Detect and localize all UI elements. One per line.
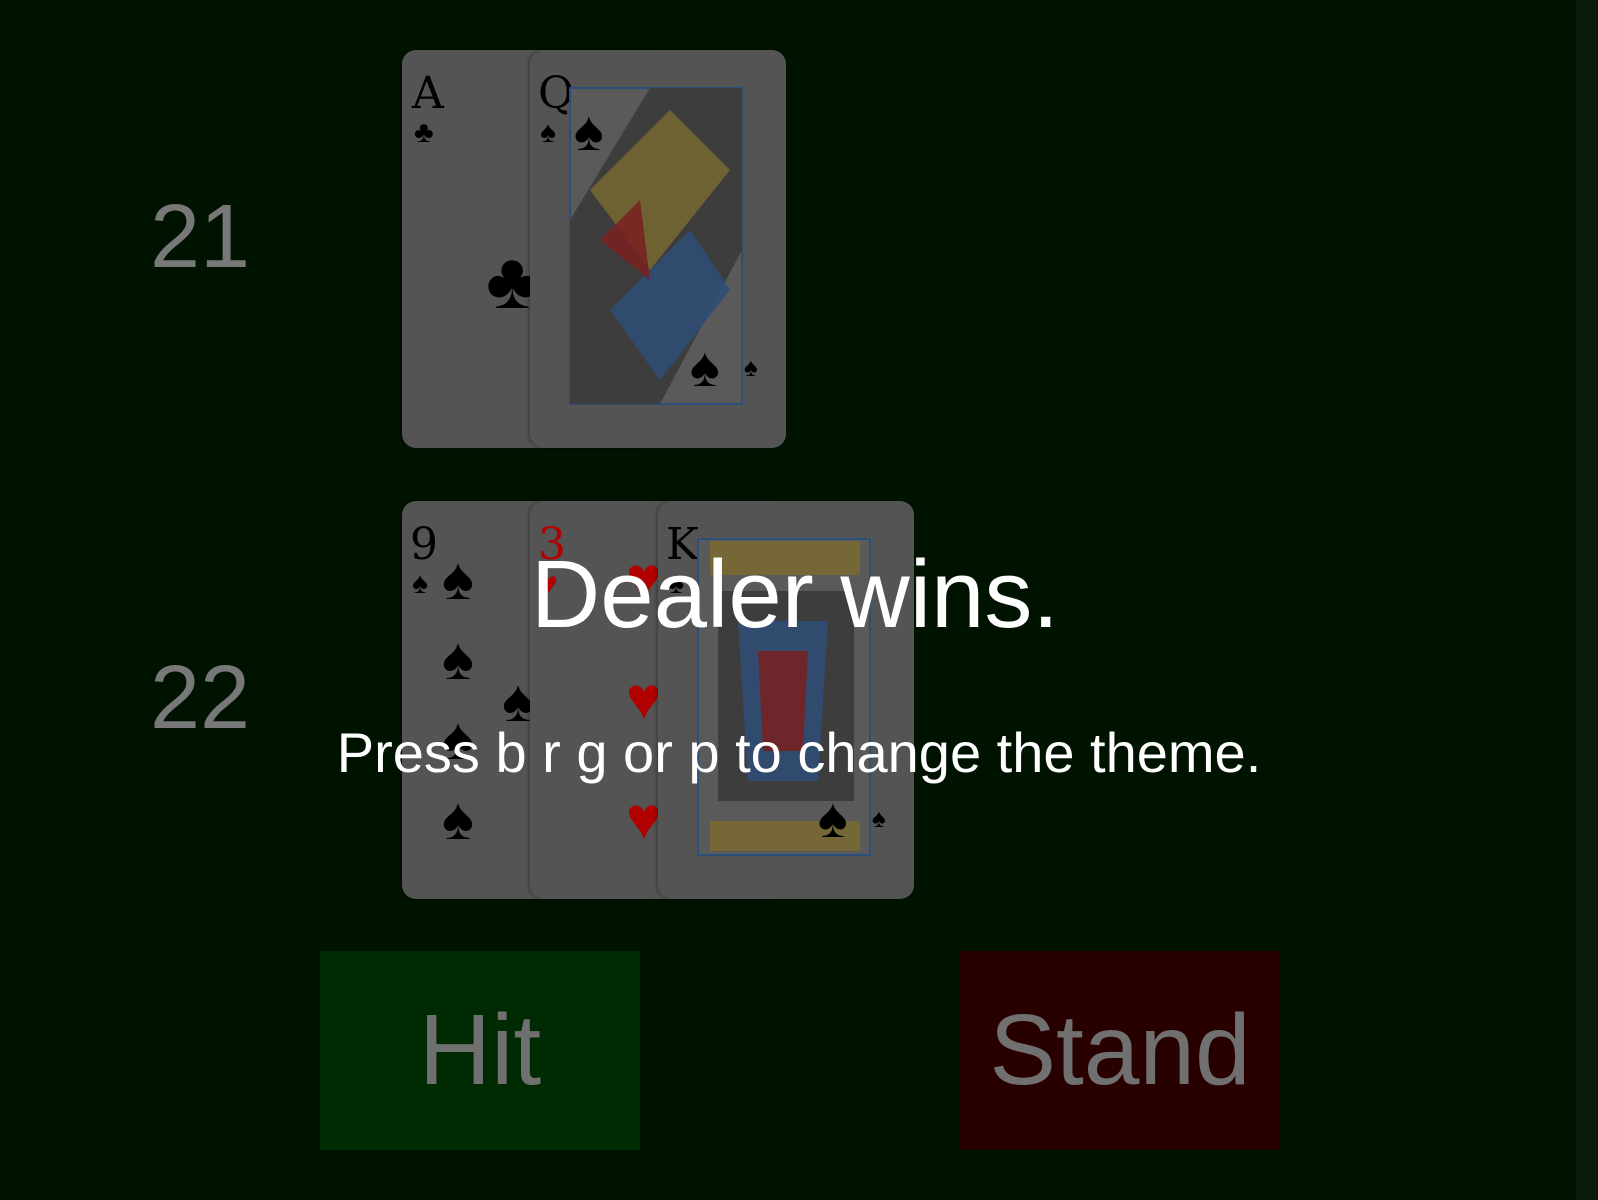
spade-icon: ♠ xyxy=(442,785,474,852)
club-icon: ♣ xyxy=(414,116,434,149)
card-queen-of-spades: Q ♠ ♠ ♠ ♠ xyxy=(530,50,786,448)
spade-icon: ♠ xyxy=(574,99,604,162)
hit-button[interactable]: Hit xyxy=(320,951,640,1150)
game-table: 21 A ♣ ♣ Q ♠ ♠ ♠ ♠ 22 9 ♠ ♠ ♠ ♠ ♠ ♠ 3 ♥ … xyxy=(0,0,1598,1200)
spade-icon: ♠ xyxy=(744,352,758,382)
result-message: Dealer wins. xyxy=(530,541,1060,648)
theme-hint: Press b r g or p to change the theme. xyxy=(336,721,1262,784)
spade-icon: ♠ xyxy=(872,803,886,833)
heart-icon: ♥ xyxy=(626,785,662,852)
spade-icon: ♠ xyxy=(690,335,720,398)
card-rank: A xyxy=(411,68,445,119)
dealer-score: 21 xyxy=(150,187,251,287)
stand-button[interactable]: Stand xyxy=(960,951,1280,1150)
spade-icon: ♠ xyxy=(818,786,848,849)
card-rank: Q xyxy=(538,68,574,119)
spade-icon: ♠ xyxy=(540,116,556,149)
